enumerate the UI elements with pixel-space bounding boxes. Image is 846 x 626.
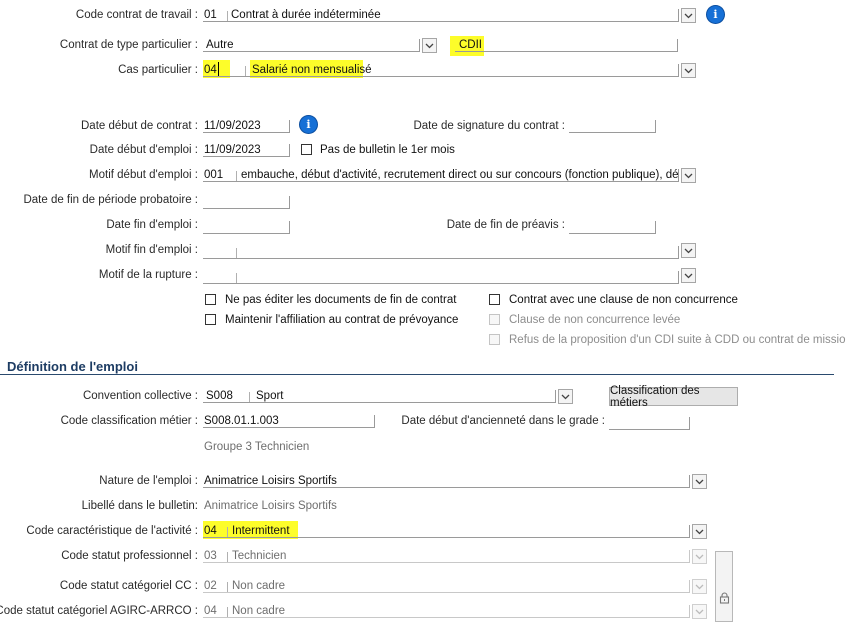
convention-label: Convention collective : xyxy=(82,390,198,402)
code-contrat-combo[interactable] xyxy=(203,9,679,22)
section-title-emploi: Définition de l'emploi xyxy=(7,359,138,374)
nature-dropdown[interactable] xyxy=(692,474,707,489)
groupe-text: Groupe 3 Technicien xyxy=(204,441,310,453)
date-fin-emploi-field[interactable] xyxy=(203,221,290,234)
cas-particulier-dropdown[interactable] xyxy=(681,63,696,78)
date-fin-probatoire-field[interactable] xyxy=(203,196,290,209)
motif-debut-dropdown[interactable] xyxy=(681,168,696,183)
statut-agirc-dropdown[interactable] xyxy=(692,604,707,619)
chevron-down-icon xyxy=(695,479,704,484)
motif-debut-label: Motif début d'emploi : xyxy=(89,169,198,181)
pas-bulletin-checkbox[interactable] xyxy=(301,144,312,155)
chevron-down-icon xyxy=(684,273,693,278)
nature-label: Nature de l'emploi : xyxy=(99,475,198,487)
statut-cc-label: Code statut catégoriel CC : xyxy=(59,580,198,592)
chevron-down-icon xyxy=(684,13,693,18)
statut-pro-label: Code statut professionnel : xyxy=(61,550,198,562)
classification-metiers-button[interactable]: Classification des métiers xyxy=(609,385,738,409)
section-divider xyxy=(0,374,834,375)
info-icon[interactable]: i xyxy=(300,116,317,133)
convention-dropdown[interactable] xyxy=(558,389,573,404)
maintenir-affiliation-label: Maintenir l'affiliation au contrat de pr… xyxy=(225,314,459,326)
pas-bulletin-label: Pas de bulletin le 1er mois xyxy=(320,144,455,156)
chevron-down-icon xyxy=(695,609,704,614)
lock-icon xyxy=(719,591,729,604)
code-contrat-label: Code contrat de travail : xyxy=(75,9,198,21)
motif-rupture-label: Motif de la rupture : xyxy=(98,269,198,281)
lock-button[interactable] xyxy=(715,551,733,622)
convention-combo[interactable] xyxy=(203,390,556,403)
motif-fin-combo[interactable] xyxy=(203,246,679,259)
chevron-down-icon xyxy=(561,394,570,399)
motif-fin-dropdown[interactable] xyxy=(681,243,696,258)
ne-pas-editer-checkbox[interactable] xyxy=(205,294,216,305)
motif-rupture-dropdown[interactable] xyxy=(681,268,696,283)
chevron-down-icon xyxy=(695,529,704,534)
code-classif-label: Code classification métier : xyxy=(60,415,198,427)
nature-combo[interactable] xyxy=(203,475,690,488)
date-signature-label: Date de signature du contrat : xyxy=(413,120,565,132)
date-debut-emploi-field[interactable] xyxy=(203,144,290,157)
date-fin-preavis-label: Date de fin de préavis : xyxy=(446,219,565,231)
date-anciennete-label: Date début d'ancienneté dans le grade : xyxy=(401,415,605,427)
code-contrat-dropdown[interactable] xyxy=(681,8,696,23)
cas-particulier-combo[interactable] xyxy=(203,64,679,77)
motif-debut-combo[interactable] xyxy=(203,169,679,182)
type-particulier-label: Contrat de type particulier : xyxy=(59,39,198,51)
statut-agirc-label: Code statut catégoriel AGIRC-ARRCO : xyxy=(0,605,198,617)
code-activite-dropdown[interactable] xyxy=(692,524,707,539)
chevron-down-icon xyxy=(695,554,704,559)
date-debut-contrat-field[interactable] xyxy=(203,120,290,133)
cas-particulier-label: Cas particulier : xyxy=(118,64,198,76)
statut-pro-combo[interactable] xyxy=(203,550,690,563)
code-classif-field[interactable] xyxy=(203,415,375,428)
refus-cdi-checkbox[interactable] xyxy=(489,334,500,345)
clause-non-concurrence-checkbox[interactable] xyxy=(489,294,500,305)
clause-non-concurrence-label: Contrat avec une clause de non concurren… xyxy=(509,294,738,306)
code-activite-label: Code caractéristique de l'activité : xyxy=(26,525,198,537)
date-debut-emploi-label: Date début d'emploi : xyxy=(89,144,198,156)
chevron-down-icon xyxy=(425,43,434,48)
libelle-label: Libellé dans le bulletin: xyxy=(81,500,198,512)
statut-agirc-combo[interactable] xyxy=(203,605,690,618)
refus-cdi-label: Refus de la proposition d'un CDI suite à… xyxy=(509,334,846,346)
statut-cc-dropdown[interactable] xyxy=(692,579,707,594)
motif-rupture-combo[interactable] xyxy=(203,271,679,284)
date-debut-contrat-label: Date début de contrat : xyxy=(81,120,198,132)
motif-fin-label: Motif fin d'emploi : xyxy=(105,244,198,256)
type-particulier-extra-field[interactable] xyxy=(455,39,678,52)
date-fin-probatoire-label: Date de fin de période probatoire : xyxy=(23,194,198,206)
chevron-down-icon xyxy=(684,248,693,253)
statut-cc-combo[interactable] xyxy=(203,580,690,593)
code-activite-combo[interactable] xyxy=(203,525,690,538)
statut-pro-dropdown[interactable] xyxy=(692,549,707,564)
maintenir-affiliation-checkbox[interactable] xyxy=(205,314,216,325)
type-particulier-combo[interactable] xyxy=(203,39,420,52)
info-icon[interactable]: i xyxy=(707,6,724,23)
date-fin-emploi-label: Date fin d'emploi : xyxy=(106,219,198,231)
clause-levee-checkbox[interactable] xyxy=(489,314,500,325)
ne-pas-editer-label: Ne pas éditer les documents de fin de co… xyxy=(225,294,457,306)
libelle-value: Animatrice Loisirs Sportifs xyxy=(204,500,337,512)
date-anciennete-field[interactable] xyxy=(609,417,690,430)
clause-levee-label: Clause de non concurrence levée xyxy=(509,314,681,326)
date-signature-field[interactable] xyxy=(569,120,656,133)
chevron-down-icon xyxy=(695,584,704,589)
chevron-down-icon xyxy=(684,68,693,73)
chevron-down-icon xyxy=(684,173,693,178)
type-particulier-dropdown[interactable] xyxy=(422,38,437,53)
date-fin-preavis-field[interactable] xyxy=(569,221,656,234)
